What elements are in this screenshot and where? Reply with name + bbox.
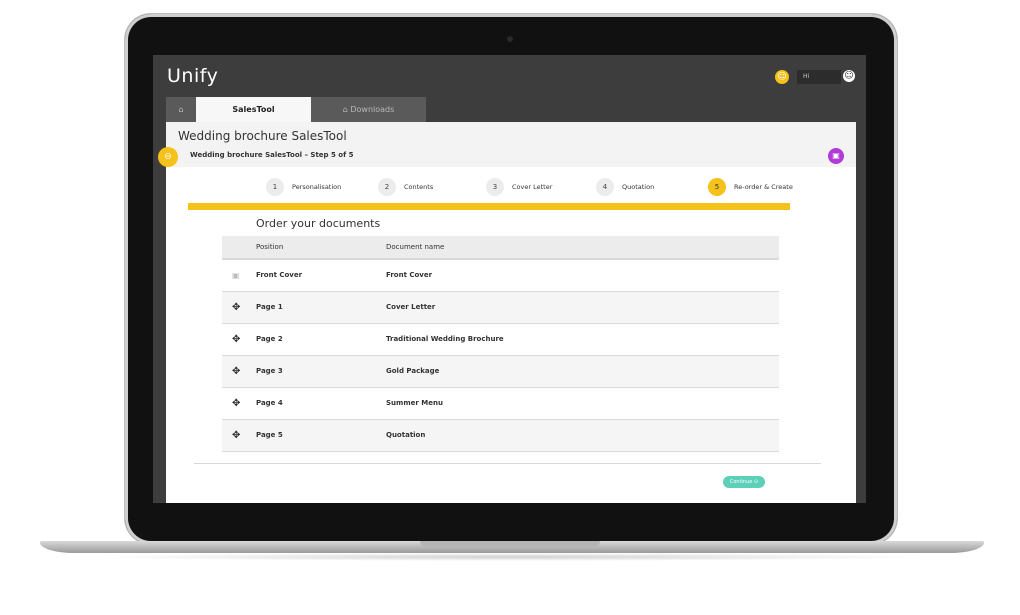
screen: Unify ☺ Hi ☺ ⌂ SalesTool ⌂ Downloads Wed… — [153, 55, 866, 503]
tab-downloads[interactable]: ⌂ Downloads — [311, 97, 426, 122]
notification-icon[interactable]: ☺ — [775, 70, 789, 84]
column-document: Document name — [386, 243, 445, 251]
row-document: Cover Letter — [386, 303, 436, 311]
move-icon[interactable]: ✥ — [232, 388, 240, 419]
column-position: Position — [256, 243, 284, 251]
move-icon[interactable]: ✥ — [232, 420, 240, 451]
step-label: Quotation — [622, 183, 655, 191]
tab-salestool[interactable]: SalesTool — [196, 97, 311, 122]
main-content: Wedding brochure SalesTool Wedding broch… — [158, 122, 856, 503]
page-header: Wedding brochure SalesTool Wedding broch… — [166, 122, 856, 167]
move-icon[interactable]: ✥ — [232, 292, 240, 323]
page-title: Wedding brochure SalesTool — [178, 129, 347, 143]
step-3[interactable]: 3 Cover Letter — [486, 177, 552, 197]
move-icon[interactable]: ✥ — [232, 324, 240, 355]
table-row: ▣ Front Cover Front Cover — [222, 260, 779, 292]
move-icon[interactable]: ✥ — [232, 356, 240, 387]
lock-icon: ▣ — [232, 271, 240, 280]
step-5[interactable]: 5 Re-order & Create — [708, 177, 793, 197]
back-button[interactable]: ⊖ — [158, 147, 178, 167]
section-title: Order your documents — [256, 217, 381, 230]
stepper: 1 Personalisation 2 Contents 3 Cover Let… — [166, 177, 856, 197]
table-row[interactable]: ✥ Page 3 Gold Package — [222, 356, 779, 388]
step-label: Contents — [404, 183, 434, 191]
step-label: Cover Letter — [512, 183, 553, 191]
step-label: Re-order & Create — [734, 183, 793, 191]
table-row[interactable]: ✥ Page 4 Summer Menu — [222, 388, 779, 420]
continue-button[interactable]: Continue ⊙ — [723, 476, 765, 488]
laptop-notch — [420, 541, 600, 547]
documents-table: Position Document name ▣ Front Cover Fro… — [222, 236, 779, 452]
row-document: Gold Package — [386, 367, 440, 375]
row-position: Page 4 — [256, 399, 283, 407]
divider — [194, 463, 821, 464]
step-label: Personalisation — [292, 183, 342, 191]
table-header: Position Document name — [222, 236, 779, 260]
laptop-shadow — [90, 553, 934, 561]
table-row[interactable]: ✥ Page 5 Quotation — [222, 420, 779, 452]
row-document: Traditional Wedding Brochure — [386, 335, 504, 343]
step-number: 3 — [486, 178, 504, 196]
row-position: Page 5 — [256, 431, 283, 439]
row-position: Page 3 — [256, 367, 283, 375]
table-row[interactable]: ✥ Page 1 Cover Letter — [222, 292, 779, 324]
robot-icon[interactable]: ▣ — [828, 148, 844, 164]
row-document: Quotation — [386, 431, 426, 439]
row-position: Page 2 — [256, 335, 283, 343]
tab-home[interactable]: ⌂ — [166, 97, 196, 122]
table-row[interactable]: ✥ Page 2 Traditional Wedding Brochure — [222, 324, 779, 356]
step-indicator: Wedding brochure SalesTool – Step 5 of 5 — [190, 151, 354, 159]
row-position: Page 1 — [256, 303, 283, 311]
step-number: 4 — [596, 178, 614, 196]
app-logo[interactable]: Unify — [167, 65, 218, 87]
step-number: 1 — [266, 178, 284, 196]
webcam — [507, 36, 513, 42]
avatar-icon[interactable]: ☺ — [843, 70, 855, 82]
top-bar: Unify ☺ Hi ☺ — [153, 55, 866, 97]
step-4[interactable]: 4 Quotation — [596, 177, 654, 197]
step-number: 2 — [378, 178, 396, 196]
row-document: Summer Menu — [386, 399, 443, 407]
greeting[interactable]: Hi — [797, 70, 841, 84]
progress-bar — [188, 203, 790, 210]
step-2[interactable]: 2 Contents — [378, 177, 433, 197]
row-document: Front Cover — [386, 271, 433, 279]
step-1[interactable]: 1 Personalisation — [266, 177, 341, 197]
step-number: 5 — [708, 178, 726, 196]
row-position: Front Cover — [256, 271, 303, 279]
